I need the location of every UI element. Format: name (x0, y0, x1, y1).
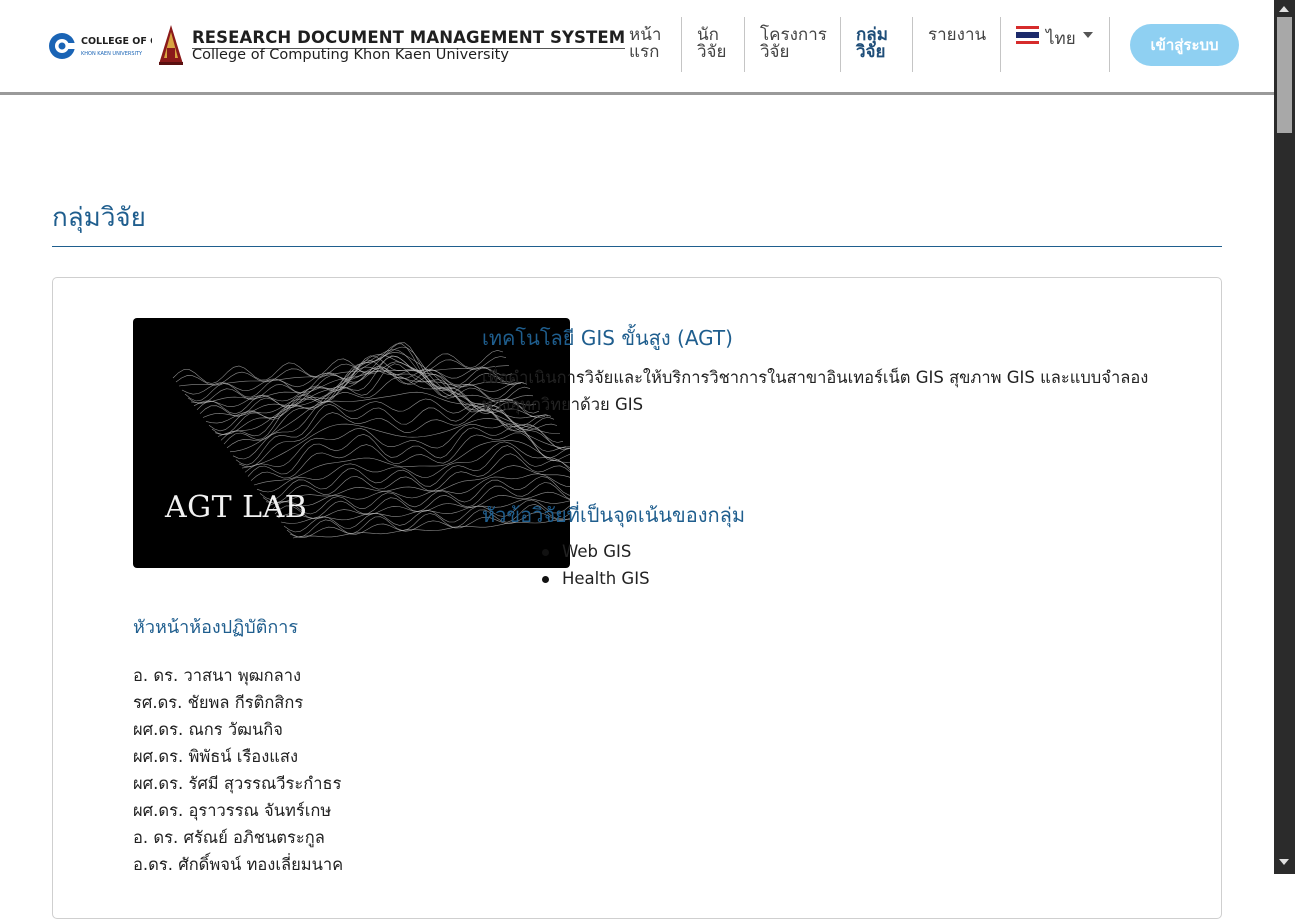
system-title: RESEARCH DOCUMENT MANAGEMENT SYSTEM (192, 28, 626, 49)
nav-home[interactable]: หน้า แรก (629, 17, 661, 72)
nav-divider (681, 17, 682, 72)
thai-flag-icon[interactable] (1016, 26, 1039, 44)
nav-research-projects-line2: วิจัย (760, 42, 790, 62)
nav-divider (744, 17, 745, 72)
scroll-up-icon[interactable] (1279, 6, 1289, 12)
kku-emblem-icon (159, 25, 183, 65)
list-item: Health GIS (540, 565, 650, 592)
group-name: เทคโนโลยี GIS ขั้นสูง (AGT) (482, 326, 733, 350)
nav-divider (1109, 17, 1110, 72)
list-item: ผศ.ดร. ณกร วัฒนกิจ (133, 720, 283, 739)
lab-members-list: อ. ดร. วาสนา พุฒกลาง รศ.ดร. ชัยพล กีรติก… (133, 662, 343, 878)
scroll-thumb[interactable] (1277, 17, 1292, 133)
nav-divider (1000, 17, 1001, 72)
lab-head-title: หัวหน้าห้องปฏิบัติการ (133, 617, 299, 638)
nav-divider (912, 17, 913, 72)
list-item: Web GIS (540, 538, 650, 565)
svg-text:KHON KAEN UNIVERSITY: KHON KAEN UNIVERSITY (81, 51, 143, 57)
lab-image-caption: AGT LAB (165, 490, 308, 525)
list-item: ผศ.ดร. รัศมี สุวรรณวีระกำธร (133, 774, 342, 793)
nav-divider (840, 17, 841, 72)
page-title: กลุ่มวิจัย (52, 197, 1222, 247)
focus-topics-title: หัวข้อวิจัยที่เป็นจุดเน้นของกลุ่ม (482, 503, 746, 527)
list-item: ผศ.ดร. อุราวรรณ จันทร์เกษ (133, 801, 332, 820)
nav-researchers[interactable]: นัก วิจัย (697, 17, 726, 72)
nav-research-groups[interactable]: กลุ่ม วิจัย (856, 17, 888, 72)
nav-reports[interactable]: รายงาน (928, 17, 986, 72)
chevron-down-icon[interactable] (1083, 32, 1093, 38)
login-button[interactable]: เข้าสู่ระบบ (1130, 24, 1239, 66)
list-item: อ. ดร. วาสนา พุฒกลาง (133, 666, 302, 685)
nav-research-projects[interactable]: โครงการ วิจัย (760, 17, 827, 72)
svg-text:COLLEGE OF COMPUTING: COLLEGE OF COMPUTING (81, 36, 152, 47)
scrollbar[interactable] (1274, 0, 1295, 874)
group-description: เพื่อดำเนินการวิจัยและให้บริการวิชาการใน… (482, 368, 1149, 414)
focus-topics-list: Web GIS Health GIS (540, 538, 650, 592)
nav-research-groups-line2: วิจัย (856, 42, 886, 62)
nav-home-line2: แรก (629, 42, 660, 62)
list-item: อ. ดร. ศรัณย์ อภิชนตระกูล (133, 828, 325, 847)
list-item: รศ.ดร. ชัยพล กีรติกสิกร (133, 693, 304, 712)
scroll-down-icon[interactable] (1279, 859, 1289, 865)
site-header: COLLEGE OF COMPUTING KHON KAEN UNIVERSIT… (0, 0, 1274, 95)
language-selector[interactable]: ไทย (1046, 25, 1076, 52)
system-subtitle: College of Computing Khon Kaen Universit… (192, 47, 509, 63)
college-of-computing-logo[interactable]: COLLEGE OF COMPUTING KHON KAEN UNIVERSIT… (48, 30, 152, 62)
nav-reports-line1: รายงาน (928, 25, 987, 45)
list-item: ผศ.ดร. พิพัธน์ เรืองแสง (133, 747, 299, 766)
nav-researchers-line2: วิจัย (697, 42, 727, 62)
